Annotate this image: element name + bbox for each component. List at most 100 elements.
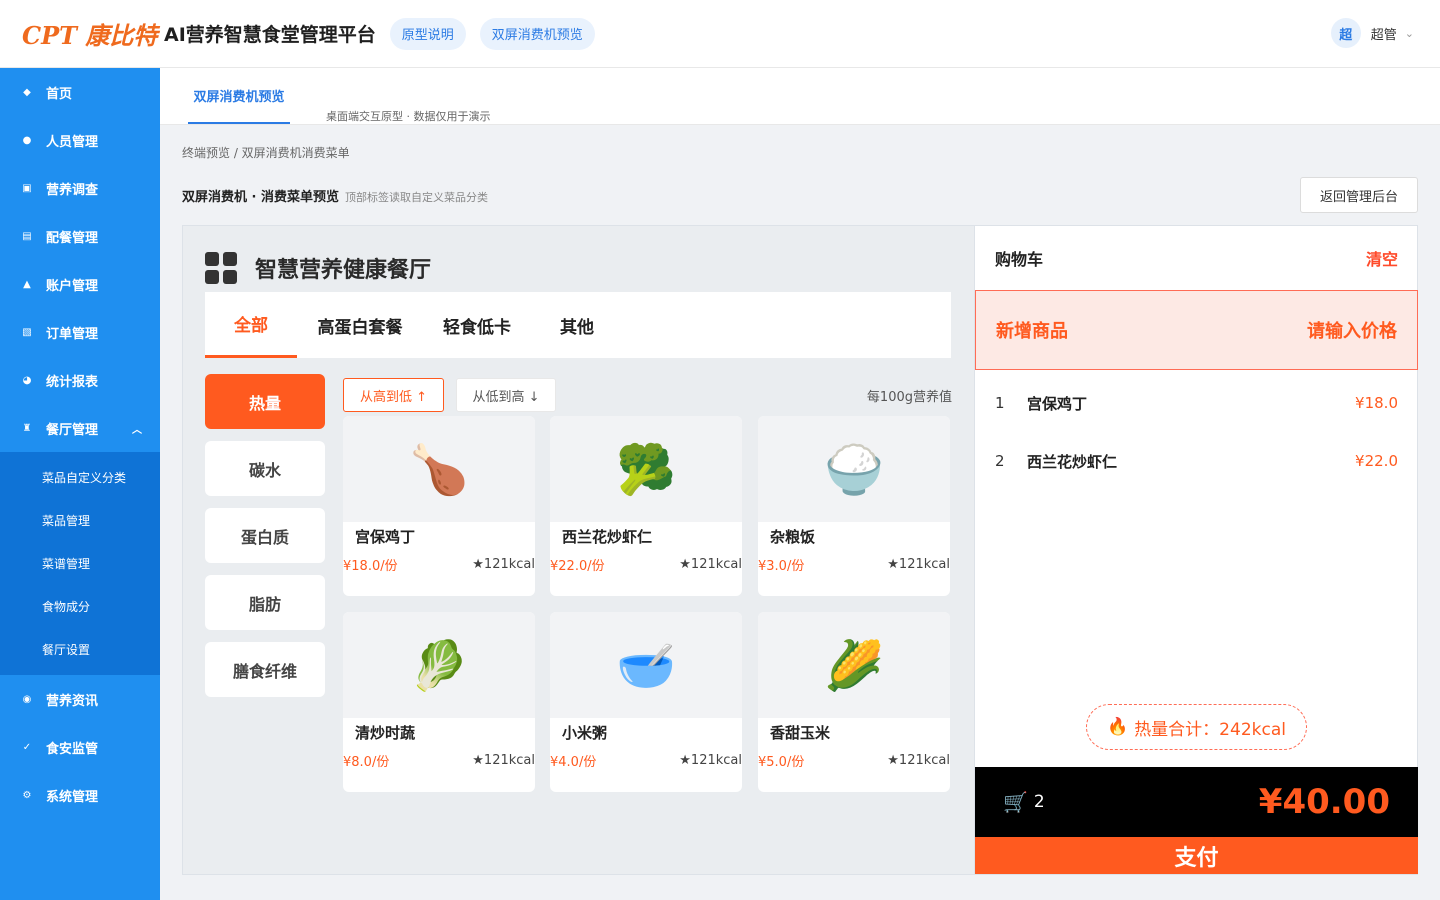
cart-item-price: ¥18.0 [1355,394,1398,412]
chevron-up-icon[interactable]: ︿ [132,421,142,436]
prototype-note: 桌面端交互原型 · 数据仅用于演示 [326,110,491,123]
cart-summary-bar: 🛒 2 ¥40.00 [975,767,1418,837]
calorie-total-text: 热量合计：242kcal [1134,719,1286,740]
sidebar-subitem-recipe-management[interactable]: 菜谱管理 [0,542,160,585]
dish-calories: ★121kcal [679,556,742,572]
breadcrumb: 终端预览 / 双屏消费机消费菜单 [182,146,350,160]
dish-name: 清炒时蔬 [355,724,416,742]
sidebar-item-label: 配餐管理 [46,230,99,246]
store-name: 智慧营养健康餐厅 [255,258,432,283]
cart-title: 购物车 [995,250,1044,269]
sort-high-to-low-button[interactable]: 从高到低 ↑ [343,378,444,412]
prototype-notes-button[interactable]: 原型说明 [389,17,466,50]
cart-count: 🛒 2 [1003,790,1045,814]
clear-cart-button[interactable]: 清空 [1366,246,1398,270]
broccoli-icon: 🥦 [550,416,742,522]
sidebar-item-label: 食安监管 [46,741,99,757]
sidebar-subitem-restaurant-settings[interactable]: 餐厅设置 [0,628,160,671]
brand-logo[interactable]: CPT 康比特 [22,16,158,51]
dish-name: 香甜玉米 [770,724,831,742]
dish-meta: ¥22.0/份 ★121kcal [550,550,742,576]
sidebar-item-label: 统计报表 [46,374,99,390]
dish-meta: ¥3.0/份 ★121kcal [758,550,950,576]
pay-button[interactable]: 支付 [975,837,1418,874]
nutrient-button-carbs[interactable]: 碳水 [205,441,325,496]
dish-name: 小米粥 [562,724,608,742]
cart-line-item[interactable]: 1 宫保鸡丁 ¥18.0 [975,383,1418,423]
cart-panel: 购物车 清空 新增商品 请输入价格 1 宫保鸡丁 ¥18.0 2 西兰花炒虾仁 … [974,226,1418,874]
dish-calories: ★121kcal [679,752,742,768]
sort-low-to-high-button[interactable]: 从低到高 ↓ [456,378,556,412]
category-tab-other[interactable]: 其他 [539,292,615,358]
dish-meta: ¥8.0/份 ★121kcal [343,746,535,772]
nutrient-button-calories[interactable]: 热量 [205,374,325,429]
user-name[interactable]: 超管 [1371,24,1397,43]
restaurant-submenu: 菜品自定义分类 菜品管理 菜谱管理 食物成分 餐厅设置 [0,452,160,675]
bowl-icon: 🥣 [550,612,742,718]
per-100g-label: 每100g营养值 [866,390,952,405]
dish-card[interactable]: 🍗 宫保鸡丁 ¥18.0/份 ★121kcal [343,416,535,596]
rice-icon: 🍚 [758,416,950,522]
dish-name: 宫保鸡丁 [355,528,416,546]
dish-card[interactable]: 🥣 小米粥 ¥4.0/份 ★121kcal [550,612,742,792]
category-tab-light-meal[interactable]: 轻食低卡 [431,292,523,358]
cart-item-index: 2 [995,452,1005,470]
dish-meta: ¥18.0/份 ★121kcal [343,550,535,576]
category-tabs: 全部 高蛋白套餐 轻食低卡 其他 [205,292,951,358]
apps-grid-icon[interactable] [205,252,237,284]
sidebar-subitem-dish-management[interactable]: 菜品管理 [0,499,160,542]
drumstick-icon: 🍗 [343,416,535,522]
category-tab-all[interactable]: 全部 [205,292,297,358]
dish-calories: ★121kcal [887,752,950,768]
dish-price: ¥5.0/份 [758,754,805,770]
sidebar-item-system[interactable]: ⚙ 系统管理 [0,771,160,819]
sidebar-item-nutrition-news[interactable]: ◉ 营养资讯 [0,675,160,723]
dish-calories: ★121kcal [472,556,535,572]
sidebar-item-label: 营养资讯 [46,693,99,709]
sidebar-item-food-safety[interactable]: ✓ 食安监管 [0,723,160,771]
nutrient-button-fiber[interactable]: 膳食纤维 [205,642,325,697]
cart-item-price: ¥22.0 [1355,452,1398,470]
tab-dual-screen-preview[interactable]: 双屏消费机预览 [188,68,290,124]
category-tab-high-protein[interactable]: 高蛋白套餐 [305,292,415,358]
sidebar-item-accounts[interactable]: ▲ 账户管理 [0,260,160,308]
sidebar-item-restaurant[interactable]: ♜ 餐厅管理 ︿ [0,404,160,452]
dish-price: ¥8.0/份 [343,754,390,770]
dish-card[interactable]: 🌽 香甜玉米 ¥5.0/份 ★121kcal [758,612,950,792]
shopping-cart-icon: 🛒 [1003,790,1028,814]
page-title: 双屏消费机 · 消费菜单预览 顶部标签读取自定义菜品分类 [182,186,488,205]
add-item-row[interactable]: 新增商品 请输入价格 [975,290,1418,370]
restaurant-icon: ♜ [22,422,32,434]
avatar[interactable]: 超 [1330,18,1361,48]
sidebar-subitem-dish-categories[interactable]: 菜品自定义分类 [0,456,160,499]
dish-card[interactable]: 🥬 清炒时蔬 ¥8.0/份 ★121kcal [343,612,535,792]
dot-icon: ● [22,134,32,146]
kiosk-preview: 智慧营养健康餐厅 全部 高蛋白套餐 轻食低卡 其他 热量 碳水 蛋白质 脂肪 膳… [182,225,1418,875]
sidebar-item-reports[interactable]: ◕ 统计报表 [0,356,160,404]
cart-line-item[interactable]: 2 西兰花炒虾仁 ¥22.0 [975,441,1418,481]
sidebar-item-nutrition-survey[interactable]: ▣ 营养调查 [0,164,160,212]
price-input[interactable]: 请输入价格 [1307,317,1397,343]
sidebar-item-orders[interactable]: ▧ 订单管理 [0,308,160,356]
dish-calories: ★121kcal [472,752,535,768]
dish-card[interactable]: 🍚 杂粮饭 ¥3.0/份 ★121kcal [758,416,950,596]
dish-card[interactable]: 🥦 西兰花炒虾仁 ¥22.0/份 ★121kcal [550,416,742,596]
menu-panel: 智慧营养健康餐厅 全部 高蛋白套餐 轻食低卡 其他 热量 碳水 蛋白质 脂肪 膳… [183,226,974,874]
sidebar-subitem-food-composition[interactable]: 食物成分 [0,585,160,628]
circle-icon: ◉ [22,693,32,705]
sidebar-item-personnel[interactable]: ● 人员管理 [0,116,160,164]
dual-screen-preview-button[interactable]: 双屏消费机预览 [479,17,595,50]
sidebar-item-home[interactable]: ◆ 首页 [0,68,160,116]
sidebar-item-meal-planning[interactable]: ▤ 配餐管理 [0,212,160,260]
chevron-down-icon[interactable]: ⌄ [1405,27,1414,40]
user-menu[interactable]: 超 超管 ⌄ [1330,18,1414,48]
cart-item-index: 1 [995,394,1005,412]
back-to-admin-button[interactable]: 返回管理后台 [1300,177,1418,213]
nutrient-button-fat[interactable]: 脂肪 [205,575,325,630]
dish-name: 杂粮饭 [770,528,816,546]
diamond-icon: ◆ [23,86,31,98]
sidebar-item-label: 系统管理 [46,789,99,805]
grid-icon: ▧ [22,326,32,338]
nutrient-button-protein[interactable]: 蛋白质 [205,508,325,563]
corn-icon: 🌽 [758,612,950,718]
